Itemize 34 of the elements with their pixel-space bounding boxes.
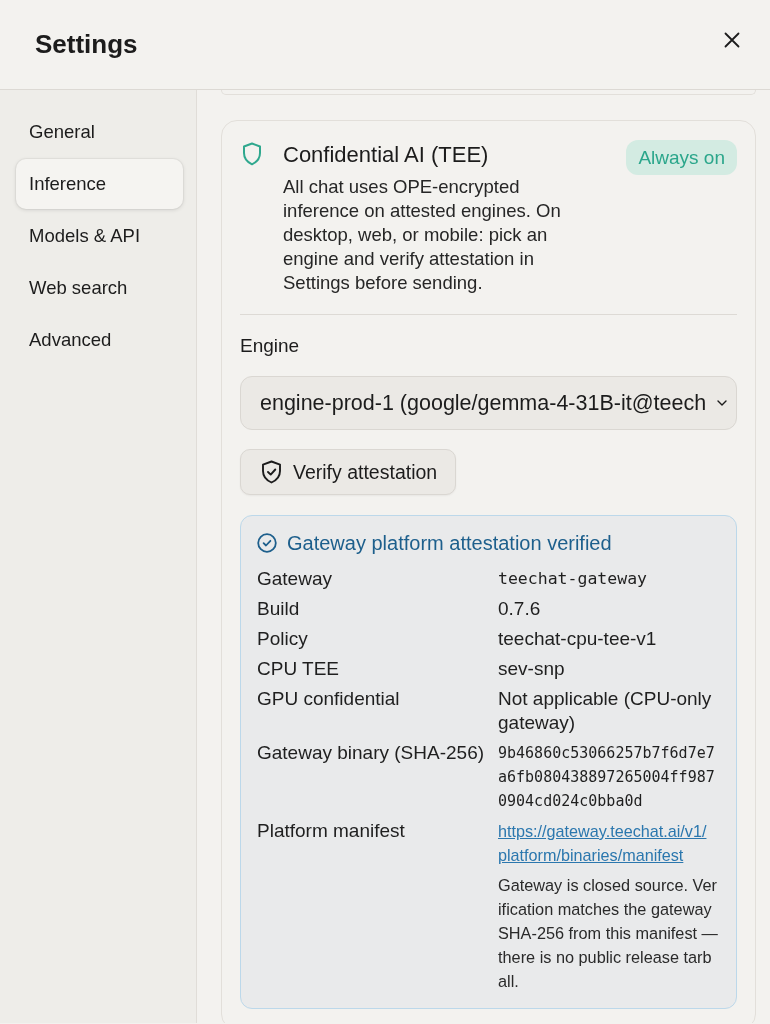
check-circle-icon xyxy=(257,533,277,553)
status-badge: Always on xyxy=(626,140,737,175)
card-title: Confidential AI (TEE) xyxy=(283,141,490,169)
field-label: Gateway xyxy=(257,567,333,591)
sidebar-item[interactable]: Inference xyxy=(16,159,183,209)
close-icon xyxy=(724,31,740,48)
sidebar-item[interactable]: Models & API xyxy=(16,211,183,261)
field-label: Platform manifest xyxy=(257,819,406,843)
engine-select[interactable]: engine-prod-1 (google/gemma-4-31B-it@teech xyxy=(240,376,737,430)
field-label: Gateway binary (SHA-256) xyxy=(257,741,486,765)
sidebar-item[interactable]: Web search xyxy=(16,263,183,313)
field-label: Build xyxy=(257,597,301,621)
card-description: All chat uses OPE-encrypted inference on attested engines. On desktop, web, or mobile: pick an engine and verify attestation in Settings before sending. xyxy=(283,175,562,295)
close-button[interactable] xyxy=(724,31,740,48)
settings-title: Settings xyxy=(35,27,138,60)
field-value: teechat-gateway xyxy=(498,568,648,590)
field-label: CPU TEE xyxy=(257,657,340,681)
chevron-down-icon xyxy=(717,400,727,406)
field-value: Not applicable (CPU-only gateway) xyxy=(498,687,713,735)
field-label: GPU confidential xyxy=(257,687,401,711)
sidebar-item[interactable]: Advanced xyxy=(16,315,183,365)
field-label: Policy xyxy=(257,627,309,651)
manifest-note: Gateway is closed source. Verification matches the gateway SHA-256 from this manifest — there is no public release tarball. xyxy=(498,875,719,992)
shield-check-icon xyxy=(261,460,282,484)
engine-label: Engine xyxy=(240,335,301,357)
sidebar-item[interactable]: General xyxy=(16,107,183,157)
attestation-title: Gateway platform attestation verified xyxy=(287,531,612,556)
shield-icon xyxy=(242,142,262,166)
field-value: sev-snp xyxy=(498,657,566,681)
field-value: teechat-cpu-tee-v1 xyxy=(498,627,658,651)
manifest-link[interactable]: https://gateway.teechat.ai/v1/platform/binaries/manifest xyxy=(498,819,714,867)
field-value: 0.7.6 xyxy=(498,597,542,621)
hash-value: 9b46860c53066257b7f6d7e7a6fb080438897265004ff9870904cd024c0bba0d xyxy=(498,743,716,812)
verify-button[interactable]: Verify attestation xyxy=(240,449,457,495)
